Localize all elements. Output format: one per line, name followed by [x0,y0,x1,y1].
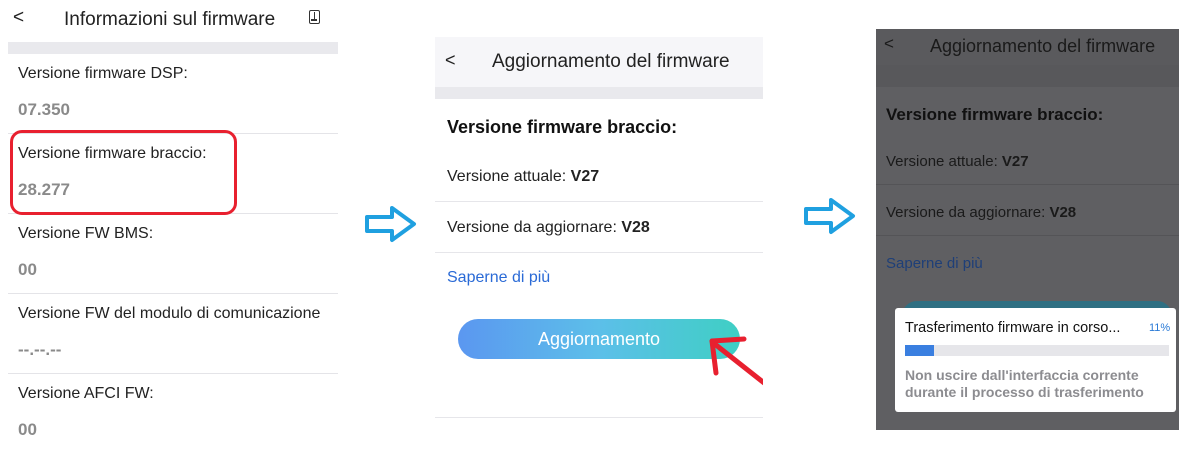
right-arrow-icon [365,206,416,242]
transfer-progress-dialog: Trasferimento firmware in corso... 11% N… [895,308,1176,412]
page-title: Aggiornamento del firmware [492,51,730,72]
current-version-value: V27 [570,168,600,185]
divider-band [876,65,1179,87]
section-title: Versione firmware braccio: [886,105,1104,124]
section-title: Versione firmware braccio: [447,117,678,137]
progress-fill [905,345,935,356]
dialog-message: Non uscire dall'interfaccia corrente dur… [905,367,1144,400]
back-icon[interactable]: < [445,50,456,71]
firmware-update-screen: < Aggiornamento del firmware Versione fi… [435,37,763,419]
update-button[interactable]: Aggiornamento [458,319,740,359]
learn-more-link: Saperne di più [886,255,983,272]
current-version-value: V27 [1001,153,1029,170]
row-value: 00 [18,260,37,279]
target-version-label: Versione da aggiornare: [886,204,1050,221]
info-row-dsp: Versione firmware DSP: 07.350 [8,54,338,134]
current-version-row: Versione attuale: V27 [886,153,1029,170]
row-value: 00 [18,420,37,439]
target-version-value: V28 [1049,204,1077,221]
info-row-comm-module: Versione FW del modulo di comunicazione … [8,294,338,374]
divider-band [8,42,338,54]
page-title: Informazioni sul firmware [64,9,276,30]
progress-percent: 11% [1149,322,1171,334]
divider-band [435,87,763,99]
row-label: Versione FW BMS: [18,225,154,242]
row-value: 07.350 [18,100,70,119]
divider [435,201,763,202]
target-version-row: Versione da aggiornare: V28 [886,204,1076,221]
current-version-row: Versione attuale: V27 [447,168,599,186]
learn-more-link[interactable]: Saperne di più [447,269,550,287]
red-pointer-arrow-icon [709,336,763,386]
back-icon[interactable]: < [13,7,24,29]
firmware-transfer-screen: < Aggiornamento del firmware Versione fi… [876,29,1179,430]
divider [876,235,1179,236]
current-version-label: Versione attuale: [447,168,571,185]
info-row-bms: Versione FW BMS: 00 [8,214,338,294]
highlight-box [10,130,237,215]
target-version-label: Versione da aggiornare: [447,219,622,236]
page-title: Aggiornamento del firmware [930,36,1156,56]
row-label: Versione firmware DSP: [18,65,188,82]
progress-bar [905,345,1169,356]
back-icon[interactable]: < [884,34,894,54]
divider [435,252,763,253]
target-version-row: Versione da aggiornare: V28 [447,219,650,237]
header-bar: < Aggiornamento del firmware [876,29,1179,65]
info-row-afci: Versione AFCI FW: 00 [8,374,338,452]
divider [435,417,763,418]
right-arrow-icon [804,198,855,234]
header-bar: < Informazioni sul firmware [0,0,338,40]
header-bar: < Aggiornamento del firmware [435,37,763,87]
target-version-value: V28 [621,219,650,236]
current-version-label: Versione attuale: [886,153,1002,170]
divider [876,184,1179,185]
row-label: Versione FW del modulo di comunicazione [18,305,321,322]
dialog-title: Trasferimento firmware in corso... [905,320,1121,336]
firmware-info-screen: < Informazioni sul firmware Versione fir… [0,0,338,452]
row-label: Versione AFCI FW: [18,385,154,402]
row-value: --.--.-- [18,340,62,359]
export-icon[interactable] [309,10,320,24]
